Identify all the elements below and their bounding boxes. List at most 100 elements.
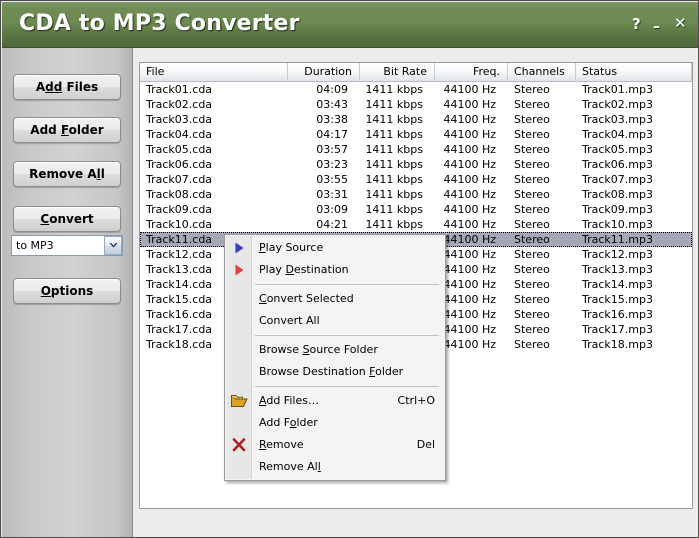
cell-channels: Stereo xyxy=(514,173,550,186)
cell-file: Track02.cda xyxy=(146,98,213,111)
menu-item-remove[interactable]: Remove Del xyxy=(225,434,445,456)
menu-item-convert-all[interactable]: Convert All xyxy=(225,310,445,332)
cell-channels: Stereo xyxy=(514,308,550,321)
cell-duration: 03:55 xyxy=(316,173,348,186)
menu-item-browse-destination-folder[interactable]: Browse Destination Folder xyxy=(225,361,445,383)
cell-channels: Stereo xyxy=(514,338,550,351)
cell-bitrate: 1411 kbps xyxy=(365,113,423,126)
menu-item-remove-all[interactable]: Remove All xyxy=(225,456,445,478)
column-header-freq[interactable]: Freq. xyxy=(435,63,508,81)
cell-channels: Stereo xyxy=(514,203,550,216)
cell-channels: Stereo xyxy=(514,128,550,141)
cell-channels: Stereo xyxy=(514,83,550,96)
cell-status: Track07.mp3 xyxy=(582,173,653,186)
cell-file: Track03.cda xyxy=(146,113,213,126)
cell-channels: Stereo xyxy=(514,143,550,156)
table-row[interactable]: Track07.cda 03:55 1411 kbps 44100 Hz Stereo T… xyxy=(140,172,692,187)
chevron-down-icon[interactable] xyxy=(104,236,122,255)
cell-bitrate: 1411 kbps xyxy=(365,173,423,186)
output-format-select[interactable]: to MP3 xyxy=(11,235,123,256)
table-row[interactable]: Track03.cda 03:38 1411 kbps 44100 Hz Stereo T… xyxy=(140,112,692,127)
cell-bitrate: 1411 kbps xyxy=(365,83,423,96)
cell-channels: Stereo xyxy=(514,263,550,276)
menu-item-browse-source-folder[interactable]: Browse Source Folder xyxy=(225,339,445,361)
cell-file: Track04.cda xyxy=(146,128,213,141)
context-menu: Play Source Play Destination Convert Selec… xyxy=(224,234,446,481)
table-row[interactable]: Track01.cda 04:09 1411 kbps 44100 Hz Stereo T… xyxy=(140,82,692,97)
output-format-value: to MP3 xyxy=(16,239,54,252)
cell-status: Track12.mp3 xyxy=(582,248,653,261)
table-row[interactable]: Track06.cda 03:23 1411 kbps 44100 Hz Stereo T… xyxy=(140,157,692,172)
menu-item-play-source[interactable]: Play Source xyxy=(225,237,445,259)
add-folder-button[interactable]: Add Folder xyxy=(13,117,121,143)
cell-duration: 03:43 xyxy=(316,98,348,111)
cell-status: Track02.mp3 xyxy=(582,98,653,111)
help-button[interactable]: ? xyxy=(632,17,641,32)
convert-button[interactable]: Convert xyxy=(13,206,121,232)
cell-status: Track05.mp3 xyxy=(582,143,653,156)
cell-channels: Stereo xyxy=(514,248,550,261)
cell-freq: 44100 Hz xyxy=(443,113,496,126)
cell-file: Track05.cda xyxy=(146,143,213,156)
cell-status: Track14.mp3 xyxy=(582,278,653,291)
menu-item-play-destination[interactable]: Play Destination xyxy=(225,259,445,281)
add-files-button[interactable]: Add Files xyxy=(13,74,121,100)
cell-file: Track09.cda xyxy=(146,203,213,216)
column-header-duration[interactable]: Duration xyxy=(288,63,360,81)
cell-channels: Stereo xyxy=(514,113,550,126)
menu-item-label: Browse Destination Folder xyxy=(259,365,404,378)
column-header-bitrate[interactable]: Bit Rate xyxy=(360,63,435,81)
play-red-icon xyxy=(230,259,248,281)
menu-item-label: Browse Source Folder xyxy=(259,343,378,356)
minimize-button[interactable]: – xyxy=(653,20,660,34)
menu-item-add-files[interactable]: Add Files… Ctrl+O xyxy=(225,390,445,412)
button-label: Add Files xyxy=(35,80,99,94)
cell-channels: Stereo xyxy=(514,278,550,291)
table-row[interactable]: Track08.cda 03:31 1411 kbps 44100 Hz Stereo T… xyxy=(140,187,692,202)
cell-freq: 44100 Hz xyxy=(443,83,496,96)
table-row[interactable]: Track05.cda 03:57 1411 kbps 44100 Hz Stereo T… xyxy=(140,142,692,157)
cell-file: Track08.cda xyxy=(146,188,213,201)
remove-all-button[interactable]: Remove All xyxy=(13,161,121,187)
title-bar: CDA to MP3 Converter ? – ✕ xyxy=(2,2,698,48)
menu-item-add-folder[interactable]: Add Folder xyxy=(225,412,445,434)
button-label: Remove All xyxy=(29,167,105,181)
cell-status: Track09.mp3 xyxy=(582,203,653,216)
options-button[interactable]: Options xyxy=(13,278,121,304)
cell-freq: 44100 Hz xyxy=(443,218,496,231)
table-row[interactable]: Track04.cda 04:17 1411 kbps 44100 Hz Stereo T… xyxy=(140,127,692,142)
play-blue-icon xyxy=(230,237,248,259)
column-header-channels[interactable]: Channels xyxy=(508,63,576,81)
table-row[interactable]: Track02.cda 03:43 1411 kbps 44100 Hz Stereo T… xyxy=(140,97,692,112)
cell-duration: 04:09 xyxy=(316,83,348,96)
menu-item-shortcut: Del xyxy=(416,438,435,451)
cell-status: Track04.mp3 xyxy=(582,128,653,141)
column-header-status[interactable]: Status xyxy=(576,63,692,81)
cell-channels: Stereo xyxy=(514,98,550,111)
cell-status: Track10.mp3 xyxy=(582,218,653,231)
cell-channels: Stereo xyxy=(514,323,550,336)
sidebar: Add Files Add Folder Remove All Convert Opti… xyxy=(2,48,133,537)
menu-item-label: Remove All xyxy=(259,460,321,473)
menu-item-label: Add Folder xyxy=(259,416,318,429)
menu-item-convert-selected[interactable]: Convert Selected xyxy=(225,288,445,310)
menu-separator xyxy=(255,335,439,336)
cell-duration: 04:17 xyxy=(316,128,348,141)
table-row[interactable]: Track09.cda 03:09 1411 kbps 44100 Hz Stereo T… xyxy=(140,202,692,217)
menu-item-shortcut: Ctrl+O xyxy=(397,394,435,407)
cell-duration: 04:21 xyxy=(316,218,348,231)
cell-status: Track08.mp3 xyxy=(582,188,653,201)
table-row[interactable]: Track10.cda 04:21 1411 kbps 44100 Hz Stereo T… xyxy=(140,217,692,232)
close-button[interactable]: ✕ xyxy=(674,16,687,31)
cell-bitrate: 1411 kbps xyxy=(365,128,423,141)
cell-duration: 03:23 xyxy=(316,158,348,171)
cell-freq: 44100 Hz xyxy=(443,203,496,216)
menu-item-label: Convert All xyxy=(259,314,320,327)
cell-freq: 44100 Hz xyxy=(443,188,496,201)
cell-file: Track01.cda xyxy=(146,83,213,96)
cell-freq: 44100 Hz xyxy=(443,158,496,171)
column-header-file[interactable]: File xyxy=(140,63,288,81)
menu-item-label: Convert Selected xyxy=(259,292,354,305)
menu-item-label: Play Destination xyxy=(259,263,349,276)
button-label: Add Folder xyxy=(30,123,104,137)
